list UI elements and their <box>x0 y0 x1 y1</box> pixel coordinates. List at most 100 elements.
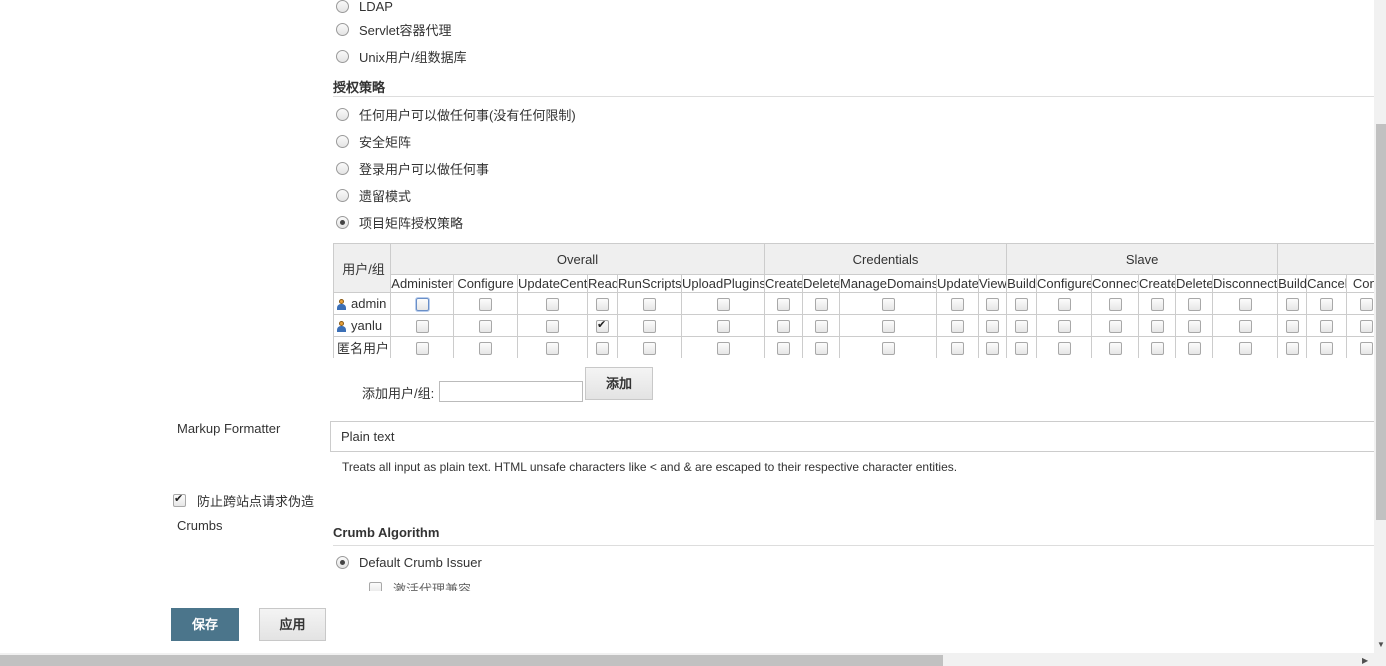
permission-checkbox[interactable] <box>1015 320 1029 334</box>
permission-checkbox[interactable] <box>1187 342 1201 356</box>
permission-checkbox[interactable] <box>479 298 492 312</box>
permission-checkbox[interactable] <box>1238 342 1252 356</box>
authorization-radio[interactable] <box>336 107 349 121</box>
realm-option-servlet[interactable]: Servlet容器代理 <box>336 19 451 39</box>
scroll-down-arrow-icon[interactable]: ▼ <box>1377 641 1385 649</box>
permission-checkbox[interactable] <box>479 342 492 356</box>
permission-checkbox[interactable] <box>881 298 895 312</box>
permission-checkbox[interactable] <box>1360 298 1374 312</box>
permission-checkbox[interactable] <box>777 320 790 334</box>
permission-checkbox[interactable] <box>986 342 1000 356</box>
horizontal-scrollbar-thumb[interactable] <box>0 655 943 666</box>
permission-cell <box>1091 314 1140 337</box>
permission-checkbox[interactable] <box>1285 298 1299 312</box>
permission-cell <box>453 292 518 315</box>
permission-checkbox[interactable] <box>1057 298 1071 312</box>
csrf-option[interactable]: 防止跨站点请求伪造 <box>173 491 314 510</box>
authorization-radio[interactable] <box>336 188 349 202</box>
authorization-option[interactable]: 安全矩阵 <box>336 131 411 151</box>
permission-checkbox[interactable] <box>1057 342 1071 356</box>
permission-checkbox[interactable] <box>415 342 429 356</box>
permission-checkbox[interactable] <box>1108 298 1122 312</box>
permission-checkbox[interactable] <box>1238 320 1252 334</box>
permission-checkbox[interactable] <box>881 342 895 356</box>
authorization-radio[interactable] <box>336 215 349 229</box>
authorization-option[interactable]: 遗留模式 <box>336 185 411 205</box>
row-header: yanlu <box>333 314 391 337</box>
permission-checkbox[interactable] <box>596 318 609 334</box>
permission-checkbox[interactable] <box>479 320 492 334</box>
permission-checkbox[interactable] <box>546 320 559 334</box>
permission-checkbox[interactable] <box>1187 320 1201 334</box>
permission-checkbox[interactable] <box>596 298 609 312</box>
permission-checkbox[interactable] <box>596 342 609 356</box>
add-user-input[interactable] <box>439 381 583 402</box>
permission-checkbox[interactable] <box>716 320 730 334</box>
permission-checkbox[interactable] <box>716 298 730 312</box>
permission-checkbox[interactable] <box>546 298 559 312</box>
permission-checkbox[interactable] <box>814 320 828 334</box>
permission-checkbox[interactable] <box>1150 298 1164 312</box>
permission-checkbox[interactable] <box>986 320 1000 334</box>
realm-radio-ldap[interactable] <box>336 0 349 13</box>
permission-checkbox[interactable] <box>1285 320 1299 334</box>
scroll-right-arrow-icon[interactable]: ▶ <box>1362 657 1368 665</box>
permission-checkbox[interactable] <box>1320 320 1334 334</box>
crumb-issuer-radio[interactable] <box>336 555 349 569</box>
permission-checkbox[interactable] <box>546 342 559 356</box>
authorization-option[interactable]: 任何用户可以做任何事(没有任何限制) <box>336 104 576 124</box>
permission-checkbox[interactable] <box>881 320 895 334</box>
permission-checkbox[interactable] <box>1150 342 1164 356</box>
realm-radio-unix[interactable] <box>336 49 349 63</box>
permission-checkbox[interactable] <box>415 298 429 312</box>
add-user-button[interactable]: 添加 <box>585 367 653 400</box>
permission-group-header: Slave <box>1006 243 1279 275</box>
authorization-option[interactable]: 登录用户可以做任何事 <box>336 158 489 178</box>
permission-checkbox[interactable] <box>951 320 964 334</box>
permission-checkbox[interactable] <box>986 298 1000 312</box>
permission-checkbox[interactable] <box>1187 298 1201 312</box>
authorization-option[interactable]: 项目矩阵授权策略 <box>336 212 463 232</box>
crumb-issuer-option[interactable]: Default Crumb Issuer <box>336 552 482 572</box>
permission-checkbox[interactable] <box>951 298 964 312</box>
permission-checkbox[interactable] <box>777 298 790 312</box>
permission-cell <box>453 314 518 337</box>
apply-button[interactable]: 应用 <box>259 608 326 641</box>
permission-checkbox[interactable] <box>1015 298 1029 312</box>
proxy-compat-option[interactable]: 激活代理兼容 <box>369 579 471 591</box>
permission-checkbox[interactable] <box>643 320 656 334</box>
permission-checkbox[interactable] <box>1150 320 1164 334</box>
permission-checkbox[interactable] <box>1320 298 1334 312</box>
permission-checkbox[interactable] <box>1360 342 1374 356</box>
permission-checkbox[interactable] <box>777 342 790 356</box>
permission-checkbox[interactable] <box>716 342 730 356</box>
permission-checkbox[interactable] <box>1238 298 1252 312</box>
realm-option-ldap[interactable]: LDAP <box>336 0 393 16</box>
authorization-radio[interactable] <box>336 134 349 148</box>
permission-checkbox[interactable] <box>1015 342 1029 356</box>
save-button[interactable]: 保存 <box>171 608 239 641</box>
permission-checkbox[interactable] <box>643 298 656 312</box>
vertical-scrollbar-thumb[interactable] <box>1376 124 1386 520</box>
permission-checkbox[interactable] <box>1108 320 1122 334</box>
permission-checkbox[interactable] <box>643 342 656 356</box>
realm-option-unix[interactable]: Unix用户/组数据库 <box>336 46 467 66</box>
permission-checkbox[interactable] <box>415 320 429 334</box>
permission-cell <box>1036 292 1093 315</box>
permission-checkbox[interactable] <box>1360 320 1374 334</box>
permission-cell <box>390 292 454 315</box>
permission-checkbox[interactable] <box>1320 342 1334 356</box>
markup-formatter-select[interactable]: Plain text <box>330 421 1386 452</box>
realm-radio-servlet[interactable] <box>336 22 349 36</box>
permission-checkbox[interactable] <box>814 342 828 356</box>
permission-checkbox[interactable] <box>1057 320 1071 334</box>
permission-checkbox[interactable] <box>814 298 828 312</box>
permission-checkbox[interactable] <box>1285 342 1299 356</box>
proxy-compat-checkbox[interactable] <box>369 582 382 591</box>
permission-header: Build <box>1277 274 1308 293</box>
permission-header: Disconnect <box>1212 274 1279 293</box>
authorization-radio[interactable] <box>336 161 349 175</box>
permission-checkbox[interactable] <box>1108 342 1122 356</box>
permission-checkbox[interactable] <box>951 342 964 356</box>
csrf-checkbox[interactable] <box>173 492 186 507</box>
